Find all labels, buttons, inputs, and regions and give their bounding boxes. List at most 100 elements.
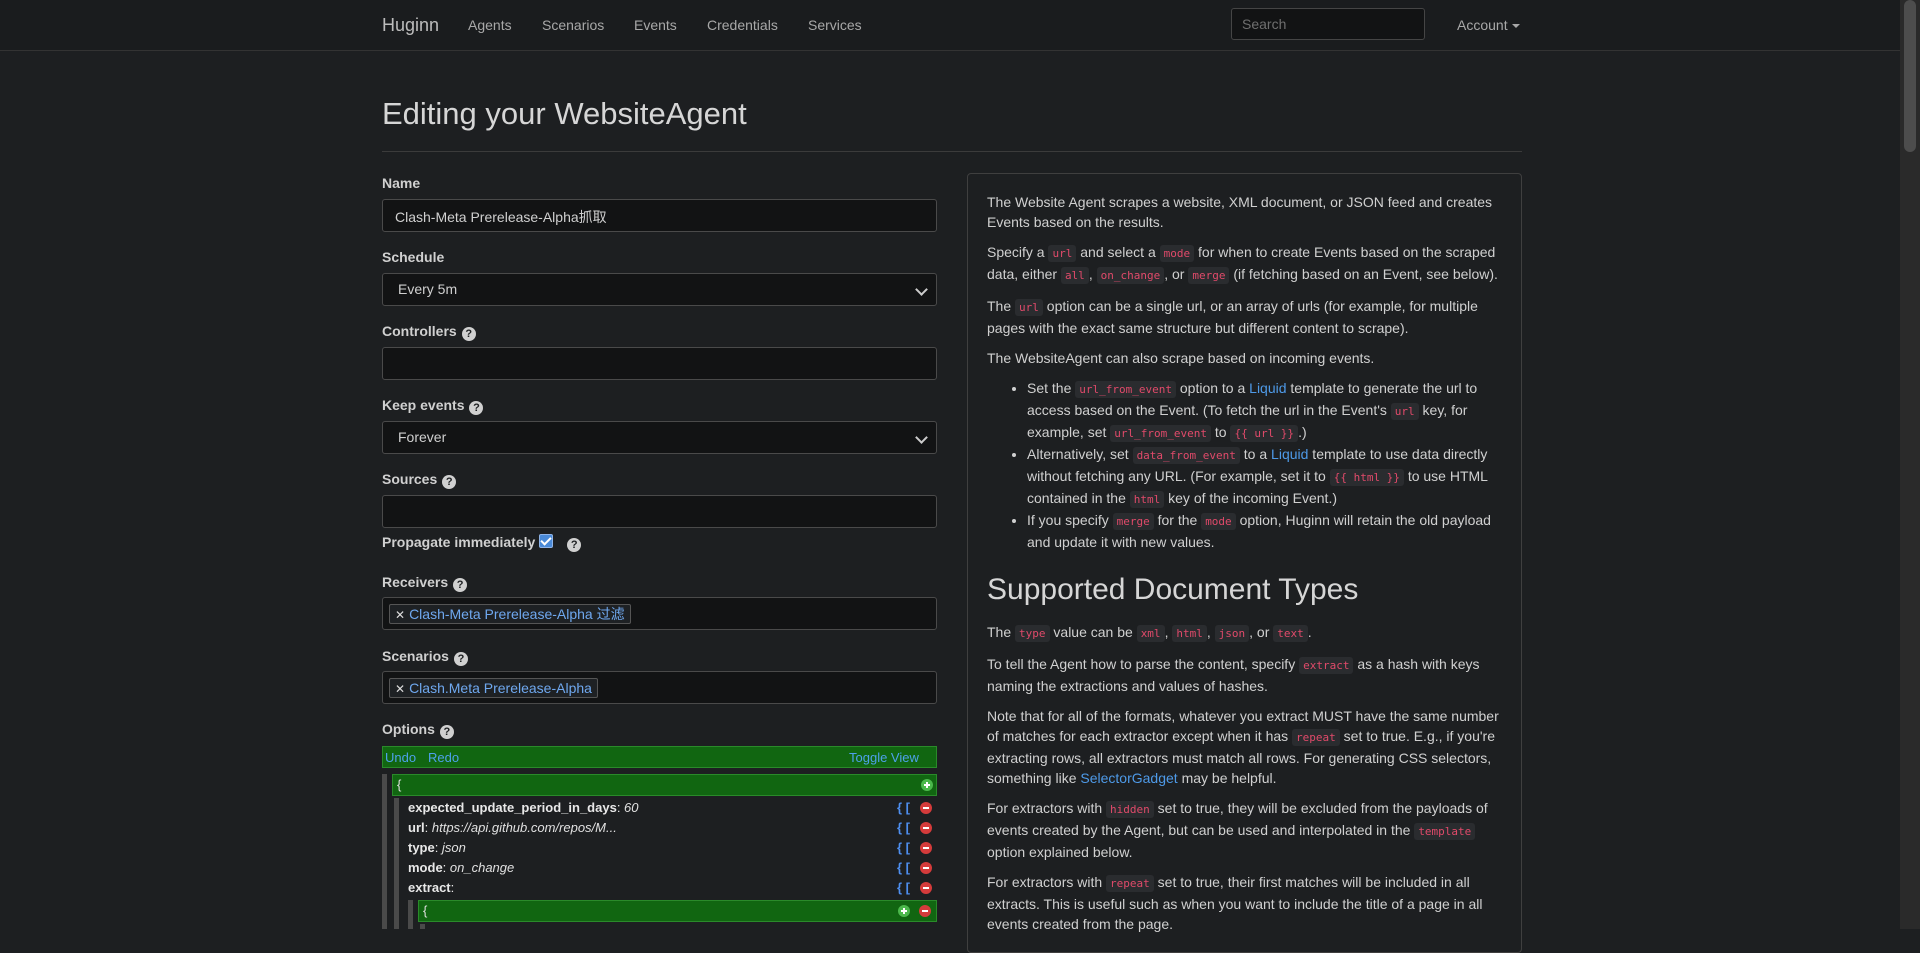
json-key: type xyxy=(408,840,435,855)
type-switch-icon[interactable]: { [ xyxy=(897,800,910,815)
help-icon[interactable]: ? xyxy=(469,401,484,415)
keep-events-value: Forever xyxy=(398,429,447,445)
liquid-link[interactable]: Liquid xyxy=(1249,380,1286,396)
editor-toolbar: Undo Redo Toggle View xyxy=(382,746,937,768)
remove-icon[interactable] xyxy=(919,905,931,917)
remove-icon[interactable] xyxy=(920,842,932,854)
help-icon[interactable]: ? xyxy=(442,475,457,489)
page-scrollbar[interactable] xyxy=(1900,0,1920,929)
sources-label-text: Sources xyxy=(382,471,438,487)
close-icon[interactable]: ✕ xyxy=(395,682,405,696)
scenario-tag: ✕ Clash.Meta Prerelease-Alpha xyxy=(389,678,598,698)
nav-agents[interactable]: Agents xyxy=(468,17,512,33)
scrollbar-thumb[interactable] xyxy=(1904,0,1916,152)
close-icon[interactable]: ✕ xyxy=(395,608,405,622)
controllers-label-text: Controllers xyxy=(382,323,457,339)
search-input[interactable] xyxy=(1231,8,1425,40)
propagate-label-text: Propagate immediately xyxy=(382,534,536,550)
nav-scenarios[interactable]: Scenarios xyxy=(542,17,604,33)
remove-icon[interactable] xyxy=(920,882,932,894)
name-input[interactable]: Clash-Meta Prerelease-Alpha抓取 xyxy=(382,199,937,232)
name-label: Name xyxy=(382,175,421,191)
options-json-editor: Undo Redo Toggle View { expected_update_… xyxy=(382,746,937,929)
desc-incoming: The WebsiteAgent can also scrape based o… xyxy=(987,350,1375,366)
scenarios-label: Scenarios? xyxy=(382,648,468,666)
json-row[interactable]: type: json xyxy=(408,840,466,855)
type-switch-icon[interactable]: { [ xyxy=(897,860,910,875)
nav-events[interactable]: Events xyxy=(634,17,677,33)
title-divider xyxy=(382,151,1522,152)
schedule-select[interactable]: Every 5m xyxy=(382,273,937,306)
desc-matches: Note that for all of the formats, whatev… xyxy=(987,708,1499,786)
json-row[interactable]: url: https://api.github.com/repos/M... xyxy=(408,820,617,835)
json-value: on_change xyxy=(449,860,515,875)
scenarios-label-text: Scenarios xyxy=(382,648,449,664)
json-value: 60 xyxy=(624,800,639,815)
name-value: Clash-Meta Prerelease-Alpha抓取 xyxy=(395,209,607,225)
options-label-text: Options xyxy=(382,721,435,737)
controllers-input[interactable] xyxy=(382,347,937,380)
json-key: expected_update_period_in_days xyxy=(408,800,617,815)
desc-list: Set the url_from_event option to a Liqui… xyxy=(987,378,1502,552)
json-row[interactable]: mode: on_change xyxy=(408,860,514,875)
toggle-view-button[interactable]: Toggle View xyxy=(849,750,919,765)
agent-description-panel: The Website Agent scrapes a website, XML… xyxy=(967,173,1522,953)
keep-events-select[interactable]: Forever xyxy=(382,421,937,454)
receivers-label: Receivers? xyxy=(382,574,468,592)
options-label: Options? xyxy=(382,721,454,739)
keep-events-label: Keep events? xyxy=(382,397,484,415)
nav-credentials[interactable]: Credentials xyxy=(707,17,778,33)
add-icon[interactable] xyxy=(898,905,910,917)
remove-icon[interactable] xyxy=(920,862,932,874)
json-key: url xyxy=(408,820,425,835)
selectorgadget-link[interactable]: SelectorGadget xyxy=(1080,770,1177,786)
receivers-label-text: Receivers xyxy=(382,574,449,590)
help-icon[interactable]: ? xyxy=(567,538,582,552)
json-value: https://api.github.com/repos/M... xyxy=(431,820,617,835)
type-switch-icon[interactable]: { [ xyxy=(897,840,910,855)
help-icon[interactable]: ? xyxy=(461,327,476,341)
help-icon[interactable]: ? xyxy=(453,652,468,666)
sources-input[interactable] xyxy=(382,495,937,528)
list-item: Alternatively, set data_from_event to a … xyxy=(1027,444,1502,510)
desc-extract: To tell the Agent how to parse the conte… xyxy=(987,656,1480,694)
indent-guide xyxy=(408,900,413,929)
add-icon[interactable] xyxy=(921,779,933,791)
liquid-link[interactable]: Liquid xyxy=(1271,446,1308,462)
sources-label: Sources? xyxy=(382,471,457,489)
chevron-down-icon xyxy=(915,431,928,444)
receivers-input[interactable]: ✕ Clash-Meta Prerelease-Alpha 过滤 xyxy=(382,597,937,630)
desc-types: The type value can be xml, html, json, o… xyxy=(987,624,1312,642)
propagate-label: Propagate immediately? xyxy=(382,534,582,552)
account-label: Account xyxy=(1457,17,1508,33)
scenarios-input[interactable]: ✕ Clash.Meta Prerelease-Alpha xyxy=(382,671,937,704)
json-root-row[interactable]: { xyxy=(392,774,937,796)
brand-link[interactable]: Huginn xyxy=(382,15,439,36)
nav-services[interactable]: Services xyxy=(808,17,862,33)
keep-events-label-text: Keep events xyxy=(382,397,465,413)
desc-intro: The Website Agent scrapes a website, XML… xyxy=(987,194,1493,230)
list-item: Set the url_from_event option to a Liqui… xyxy=(1027,378,1502,444)
receiver-tag-label: Clash-Meta Prerelease-Alpha 过滤 xyxy=(409,606,625,622)
navbar: Huginn Agents Scenarios Events Credentia… xyxy=(0,0,1900,51)
json-row[interactable]: extract: xyxy=(408,880,454,895)
desc-url-mode: Specify a url and select a mode for when… xyxy=(987,244,1498,284)
account-dropdown[interactable]: Account xyxy=(1457,17,1520,33)
section-heading: Supported Document Types xyxy=(987,573,1359,606)
type-switch-icon[interactable]: { [ xyxy=(897,820,910,835)
remove-icon[interactable] xyxy=(920,822,932,834)
controllers-label: Controllers? xyxy=(382,323,476,341)
help-icon[interactable]: ? xyxy=(439,725,454,739)
help-icon[interactable]: ? xyxy=(453,578,468,592)
indent-guide xyxy=(394,798,399,929)
json-row[interactable]: expected_update_period_in_days: 60 xyxy=(408,800,639,815)
type-switch-icon[interactable]: { [ xyxy=(897,880,910,895)
remove-icon[interactable] xyxy=(920,802,932,814)
open-brace: { xyxy=(423,903,428,918)
json-nested-row[interactable]: { xyxy=(418,900,937,922)
redo-button[interactable]: Redo xyxy=(428,750,459,765)
undo-button[interactable]: Undo xyxy=(385,750,416,765)
propagate-checkbox[interactable] xyxy=(539,534,554,548)
json-key: mode xyxy=(408,860,443,875)
receiver-tag: ✕ Clash-Meta Prerelease-Alpha 过滤 xyxy=(389,604,631,624)
